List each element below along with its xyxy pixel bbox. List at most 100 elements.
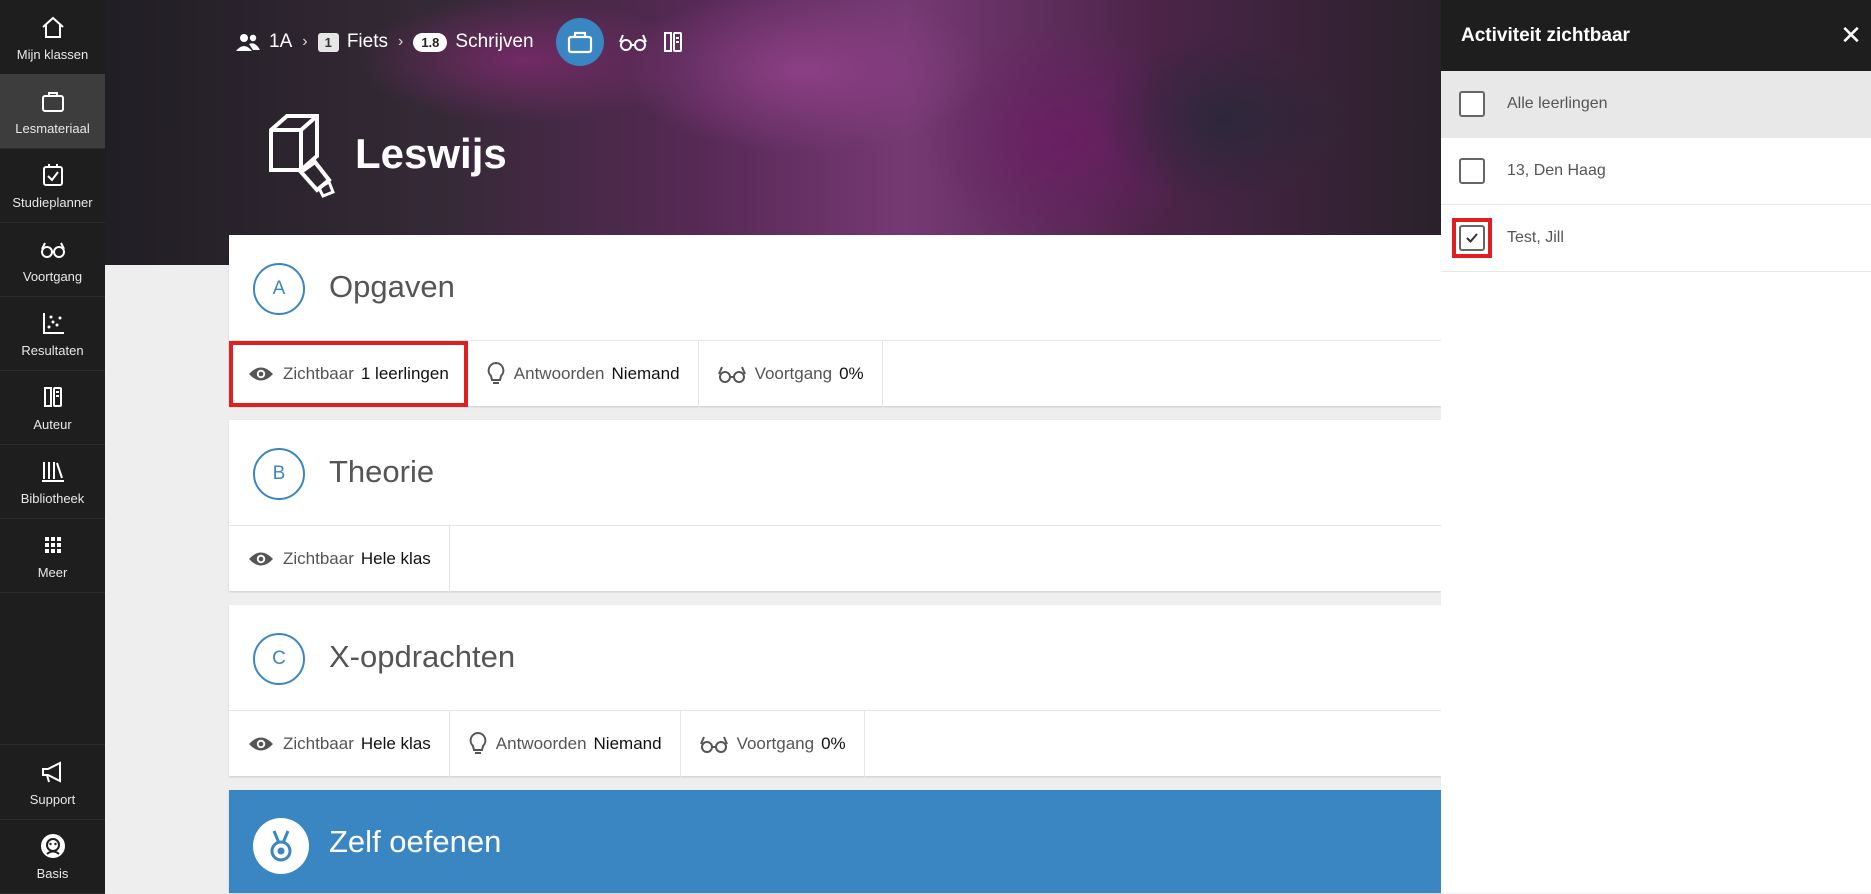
student-option-test-jill[interactable]: Test, Jill bbox=[1441, 205, 1871, 272]
author-icon bbox=[663, 32, 682, 52]
glasses-icon bbox=[618, 34, 647, 51]
home-icon bbox=[41, 16, 64, 38]
activity-title: Theorie bbox=[329, 454, 435, 489]
answers-setting[interactable]: Antwoorden Niemand bbox=[468, 341, 699, 407]
glasses-icon bbox=[717, 366, 746, 383]
voortgang-tool-button[interactable] bbox=[618, 31, 648, 53]
checkbox[interactable] bbox=[1459, 91, 1485, 117]
briefcase-icon bbox=[41, 91, 64, 112]
sidebar-item-voortgang[interactable]: Voortgang bbox=[0, 222, 105, 297]
activity-title: X-opdrachten bbox=[329, 639, 516, 674]
sidebar-item-label: Voortgang bbox=[22, 268, 83, 284]
sidebar-item-resultaten[interactable]: Resultaten bbox=[0, 296, 105, 371]
visibility-setting[interactable]: Zichtbaar Hele klas bbox=[229, 526, 450, 592]
sidebar-item-auteur[interactable]: Auteur bbox=[0, 370, 105, 445]
sidebar-item-label: Lesmateriaal bbox=[15, 120, 90, 136]
visibility-label: Zichtbaar bbox=[283, 364, 354, 383]
activity-header[interactable]: B Theorie bbox=[229, 420, 1441, 525]
activity-settings: Zichtbaar Hele klas Antwoorden Niemand V… bbox=[229, 710, 1441, 777]
progress-value: 0% bbox=[839, 364, 864, 383]
chevron-right-icon: › bbox=[302, 33, 308, 50]
sidebar-item-label: Support bbox=[29, 791, 76, 807]
visibility-label: Zichtbaar bbox=[283, 734, 354, 753]
activity-card-theorie: B Theorie Zichtbaar Hele klas bbox=[229, 420, 1441, 592]
sidebar: Mijn klassen Lesmateriaal Studieplanner … bbox=[0, 0, 105, 894]
progress-label: Voortgang bbox=[736, 734, 815, 753]
activity-header[interactable]: A Opgaven bbox=[229, 235, 1441, 340]
option-label: Alle leerlingen bbox=[1507, 95, 1608, 112]
activity-letter: B bbox=[253, 448, 305, 500]
progress-setting[interactable]: Voortgang 0% bbox=[681, 711, 865, 777]
answers-value: Niemand bbox=[611, 364, 680, 383]
progress-label: Voortgang bbox=[754, 364, 833, 383]
sidebar-item-label: Auteur bbox=[33, 416, 72, 432]
checkmark-icon bbox=[1466, 233, 1478, 243]
sidebar-item-mijn-klassen[interactable]: Mijn klassen bbox=[0, 0, 105, 75]
chevron-right-icon: › bbox=[398, 33, 404, 50]
users-icon bbox=[236, 34, 260, 51]
visibility-value: Hele klas bbox=[360, 549, 431, 568]
activity-title: Zelf oefenen bbox=[329, 824, 502, 859]
glasses-icon bbox=[40, 242, 65, 258]
section-number-badge: 1.8 bbox=[413, 32, 448, 52]
grid-icon bbox=[44, 536, 61, 553]
author-icon bbox=[43, 386, 62, 407]
checkbox[interactable] bbox=[1459, 158, 1485, 184]
activity-card-x-opdrachten: C X-opdrachten Zichtbaar Hele klas Antwo… bbox=[229, 605, 1441, 777]
answers-label: Antwoorden bbox=[513, 364, 605, 383]
sidebar-item-lesmateriaal[interactable]: Lesmateriaal bbox=[0, 74, 105, 149]
sidebar-item-meer[interactable]: Meer bbox=[0, 518, 105, 593]
breadcrumb-class[interactable]: 1A bbox=[269, 31, 292, 53]
checkbox-wrapper bbox=[1455, 87, 1489, 121]
visibility-setting[interactable]: Zichtbaar Hele klas bbox=[229, 711, 450, 777]
megaphone-icon bbox=[41, 760, 61, 783]
lesmateriaal-tool-button[interactable] bbox=[555, 18, 604, 66]
close-icon[interactable]: ✕ bbox=[1831, 20, 1871, 51]
checkbox-wrapper bbox=[1455, 154, 1489, 188]
progress-value: 0% bbox=[821, 734, 846, 753]
answers-setting[interactable]: Antwoorden Niemand bbox=[450, 711, 681, 777]
breadcrumb-chapter[interactable]: Fiets bbox=[347, 31, 388, 53]
sidebar-item-support[interactable]: Support bbox=[0, 744, 105, 820]
sidebar-item-bibliotheek[interactable]: Bibliotheek bbox=[0, 444, 105, 519]
sidebar-item-label: Meer bbox=[37, 564, 68, 580]
activity-settings: Zichtbaar 1 leerlingen Antwoorden Nieman… bbox=[229, 340, 1441, 407]
sidebar-item-label: Mijn klassen bbox=[16, 46, 89, 62]
calendar-check-icon bbox=[42, 163, 63, 186]
chapter-number-badge: 1 bbox=[317, 32, 339, 52]
avatar-icon bbox=[40, 833, 65, 858]
lightbulb-icon bbox=[487, 361, 505, 384]
activity-title: Opgaven bbox=[329, 269, 455, 304]
breadcrumb-section[interactable]: Schrijven bbox=[455, 31, 533, 53]
option-label: Test, Jill bbox=[1507, 229, 1564, 246]
auteur-tool-button[interactable] bbox=[662, 30, 684, 54]
checkbox-wrapper bbox=[1452, 218, 1492, 258]
glasses-icon bbox=[699, 736, 728, 753]
visibility-panel: Activiteit zichtbaar ✕ Alle leerlingen 1… bbox=[1441, 0, 1871, 893]
eye-icon bbox=[249, 552, 273, 566]
sidebar-item-studieplanner[interactable]: Studieplanner bbox=[0, 148, 105, 223]
lightbulb-icon bbox=[469, 731, 487, 754]
sidebar-item-label: Resultaten bbox=[21, 342, 84, 358]
sidebar-item-label: Bibliotheek bbox=[20, 490, 85, 506]
sidebar-item-basis[interactable]: Basis bbox=[0, 819, 105, 894]
checkbox[interactable] bbox=[1459, 225, 1485, 251]
page-title: Leswijs bbox=[355, 130, 507, 177]
student-option-den-haag[interactable]: 13, Den Haag bbox=[1441, 138, 1871, 205]
progress-setting[interactable]: Voortgang 0% bbox=[699, 341, 883, 407]
activity-card-opgaven: A Opgaven Zichtbaar 1 leerlingen Antwoor… bbox=[229, 235, 1441, 407]
method-logo-icon bbox=[265, 108, 337, 203]
visibility-setting[interactable]: Zichtbaar 1 leerlingen bbox=[229, 341, 468, 407]
scatter-chart-icon bbox=[42, 312, 64, 334]
student-option-alle-leerlingen[interactable]: Alle leerlingen bbox=[1441, 71, 1871, 138]
activity-card-zelf-oefenen[interactable]: Zelf oefenen bbox=[229, 790, 1441, 893]
visibility-label: Zichtbaar bbox=[283, 549, 354, 568]
library-icon bbox=[41, 461, 64, 482]
option-label: 13, Den Haag bbox=[1507, 162, 1606, 179]
activity-letter: A bbox=[253, 263, 305, 315]
visibility-value: 1 leerlingen bbox=[360, 364, 449, 383]
activity-letter: C bbox=[253, 633, 305, 685]
visibility-value: Hele klas bbox=[360, 734, 431, 753]
panel-title: Activiteit zichtbaar bbox=[1461, 24, 1630, 46]
activity-header[interactable]: C X-opdrachten bbox=[229, 605, 1441, 710]
